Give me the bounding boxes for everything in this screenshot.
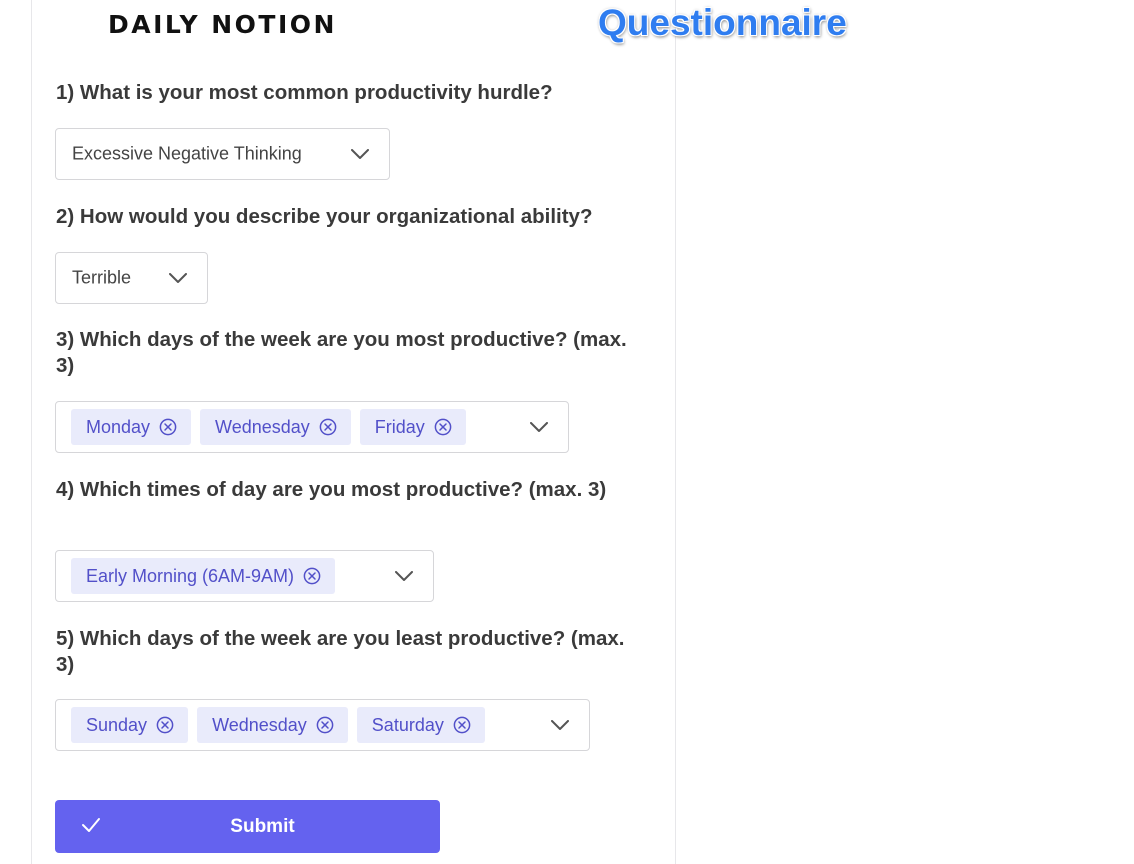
chip: Early Morning (6AM-9AM) bbox=[71, 558, 336, 594]
question-2-selected-value: Terrible bbox=[72, 267, 132, 288]
question-3-multiselect[interactable]: Monday Wednesday Friday bbox=[55, 401, 569, 453]
question-1-label: 1) What is your most common productivity… bbox=[56, 81, 553, 104]
chip: Wednesday bbox=[200, 409, 351, 445]
question-4-multiselect[interactable]: Early Morning (6AM-9AM) bbox=[55, 550, 434, 602]
chip-label: Early Morning (6AM-9AM) bbox=[86, 565, 295, 586]
chevron-down-icon bbox=[551, 720, 569, 730]
chip: Saturday bbox=[356, 707, 485, 743]
chevron-down-icon bbox=[351, 149, 369, 159]
question-5-multiselect[interactable]: Sunday Wednesday Saturday bbox=[55, 699, 590, 751]
chip: Wednesday bbox=[197, 707, 348, 743]
chip-label: Monday bbox=[86, 416, 151, 437]
remove-chip-icon[interactable] bbox=[319, 418, 337, 436]
question-1-select[interactable]: Excessive Negative Thinking bbox=[55, 128, 390, 180]
question-2-label: 2) How would you describe your organizat… bbox=[56, 205, 593, 228]
question-1-selected-value: Excessive Negative Thinking bbox=[72, 143, 302, 164]
question-4-chips: Early Morning (6AM-9AM) bbox=[71, 558, 336, 594]
remove-chip-icon[interactable] bbox=[303, 567, 321, 585]
chevron-down-icon bbox=[530, 422, 548, 432]
remove-chip-icon[interactable] bbox=[159, 418, 177, 436]
question-4-label: 4) Which times of day are you most produ… bbox=[56, 478, 607, 501]
question-5-chips: Sunday Wednesday Saturday bbox=[71, 707, 485, 743]
chevron-down-icon bbox=[169, 273, 187, 283]
submit-label: Submit bbox=[230, 816, 295, 837]
chip-label: Sunday bbox=[86, 714, 148, 735]
chevron-down-icon bbox=[395, 571, 413, 581]
chip: Sunday bbox=[71, 707, 189, 743]
remove-chip-icon[interactable] bbox=[434, 418, 452, 436]
remove-chip-icon[interactable] bbox=[316, 716, 334, 734]
question-3-chips: Monday Wednesday Friday bbox=[71, 409, 466, 445]
question-5-label: 5) Which days of the week are you least … bbox=[56, 627, 625, 676]
logo: DAILY NOTION bbox=[108, 10, 337, 39]
chip: Friday bbox=[359, 409, 466, 445]
question-3-label: 3) Which days of the week are you most p… bbox=[56, 328, 627, 377]
chip-label: Wednesday bbox=[215, 416, 310, 437]
chip-label: Saturday bbox=[371, 714, 444, 735]
submit-button[interactable]: Submit bbox=[55, 800, 440, 853]
chip-label: Wednesday bbox=[212, 714, 307, 735]
remove-chip-icon[interactable] bbox=[453, 716, 471, 734]
overlay-title: Questionnaire bbox=[598, 2, 847, 43]
remove-chip-icon[interactable] bbox=[156, 716, 174, 734]
page: DAILY NOTION Questionnaire 1) What is yo… bbox=[0, 0, 1134, 864]
chip-label: Friday bbox=[374, 416, 425, 437]
question-2-select[interactable]: Terrible bbox=[55, 252, 208, 304]
chip: Monday bbox=[71, 409, 192, 445]
